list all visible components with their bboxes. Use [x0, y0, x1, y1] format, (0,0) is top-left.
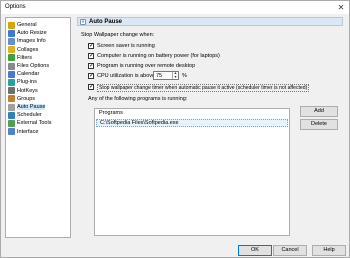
- battery-label: Computer is running on battery power (fo…: [97, 53, 220, 59]
- screensaver-checkbox[interactable]: ✓: [88, 43, 94, 49]
- programs-column-header: Programs: [99, 110, 123, 116]
- sidebar-item-general[interactable]: General: [8, 21, 70, 29]
- remote-desktop-checkbox[interactable]: ✓: [88, 63, 94, 69]
- add-button[interactable]: Add: [300, 106, 338, 117]
- ok-button[interactable]: OK: [238, 245, 272, 256]
- plug-ins-icon: [8, 78, 15, 86]
- cpu-unit: %: [182, 73, 187, 79]
- collapse-icon[interactable]: «: [80, 19, 86, 25]
- sidebar-item-files-options[interactable]: Files Options: [8, 62, 70, 70]
- sidebar-item-external-tools[interactable]: External Tools: [8, 119, 70, 127]
- screensaver-label: Screen saver is running: [97, 43, 155, 49]
- stepper-arrows-icon[interactable]: ▲ ▼: [172, 71, 178, 79]
- sidebar-item-images-info[interactable]: Images Info: [8, 37, 70, 45]
- title-bar: Options ✕: [1, 1, 349, 14]
- auto-pause-panel: « Auto Pause Stop Wallpaper change when:…: [77, 17, 345, 238]
- sidebar-item-label: Interface: [17, 128, 39, 135]
- section-header: « Auto Pause: [77, 17, 343, 26]
- sidebar-item-groups[interactable]: Groups: [8, 95, 70, 103]
- sidebar-item-hotkeys[interactable]: HotKeys: [8, 87, 70, 95]
- close-icon[interactable]: ✕: [335, 2, 347, 13]
- sidebar-item-interface[interactable]: Interface: [8, 128, 70, 136]
- auto-resize-icon: [8, 29, 15, 37]
- calendar-icon: [8, 70, 15, 78]
- options-window: Options ✕ General Auto Resize Images Info C…: [0, 0, 350, 258]
- battery-checkbox[interactable]: ✓: [88, 53, 94, 59]
- sidebar-item-label: Files Options: [17, 63, 50, 69]
- programs-intro-label: Any of the following programs is running…: [88, 96, 188, 102]
- help-button[interactable]: Help: [312, 245, 346, 256]
- collages-icon: [8, 46, 15, 54]
- sidebar-item-label: General: [17, 22, 37, 28]
- auto-pause-icon: [8, 103, 15, 111]
- sidebar-item-label: Filters: [17, 54, 32, 61]
- sidebar-item-label: Images Info: [17, 38, 46, 45]
- options-sidebar: General Auto Resize Images Info Collages Fil…: [5, 17, 71, 238]
- interface-icon: [8, 128, 15, 136]
- cancel-button[interactable]: Cancel: [273, 245, 307, 256]
- general-icon: [8, 21, 15, 29]
- scheduler-icon: [8, 111, 15, 119]
- sidebar-item-label: Groups: [17, 95, 36, 102]
- cpu-threshold-value: 75: [156, 73, 163, 79]
- sidebar-item-auto-pause[interactable]: Auto Pause: [8, 103, 70, 111]
- programs-list[interactable]: Programs C:\Softpedia Files\Softpedia.ex…: [94, 108, 290, 236]
- sidebar-item-plug-ins[interactable]: Plug-ins: [8, 78, 70, 86]
- sidebar-item-label: Collages: [17, 46, 39, 53]
- cpu-label: CPU utilization is above:: [97, 73, 157, 79]
- groups-icon: [8, 95, 15, 103]
- sidebar-item-label: Scheduler: [17, 112, 42, 119]
- remote-desktop-label: Program is running over remote desktop: [97, 63, 196, 69]
- files-options-icon: [8, 62, 15, 70]
- sidebar-item-label: External Tools: [17, 120, 52, 127]
- images-info-icon: [8, 37, 15, 45]
- window-title: Options: [5, 4, 26, 10]
- sidebar-item-label: HotKeys: [17, 87, 38, 94]
- timer-label: Stop wallpaper change timer when automat…: [97, 84, 310, 92]
- hotkeys-icon: [8, 87, 15, 95]
- cpu-threshold-stepper[interactable]: 75 ▲ ▼: [153, 71, 179, 80]
- sidebar-item-auto-resize[interactable]: Auto Resize: [8, 29, 70, 37]
- delete-button[interactable]: Delete: [300, 119, 338, 130]
- sidebar-item-label: Auto Pause: [17, 104, 46, 110]
- program-path: C:\Softpedia Files\Softpedia.exe: [100, 120, 179, 126]
- sidebar-item-label: Plug-ins: [17, 79, 37, 86]
- sidebar-item-calendar[interactable]: Calendar: [8, 70, 70, 78]
- timer-checkbox[interactable]: ✓: [88, 84, 94, 90]
- sidebar-item-label: Calendar: [17, 71, 40, 78]
- cpu-checkbox[interactable]: ✓: [88, 73, 94, 79]
- section-title: Auto Pause: [89, 19, 123, 25]
- sidebar-item-label: Auto Resize: [17, 30, 47, 37]
- list-item[interactable]: C:\Softpedia Files\Softpedia.exe: [96, 119, 288, 127]
- sidebar-item-collages[interactable]: Collages: [8, 46, 70, 54]
- stop-when-label: Stop Wallpaper change when:: [81, 32, 155, 38]
- external-tools-icon: [8, 119, 15, 127]
- sidebar-item-filters[interactable]: Filters: [8, 54, 70, 62]
- filters-icon: [8, 54, 15, 62]
- sidebar-item-scheduler[interactable]: Scheduler: [8, 111, 70, 119]
